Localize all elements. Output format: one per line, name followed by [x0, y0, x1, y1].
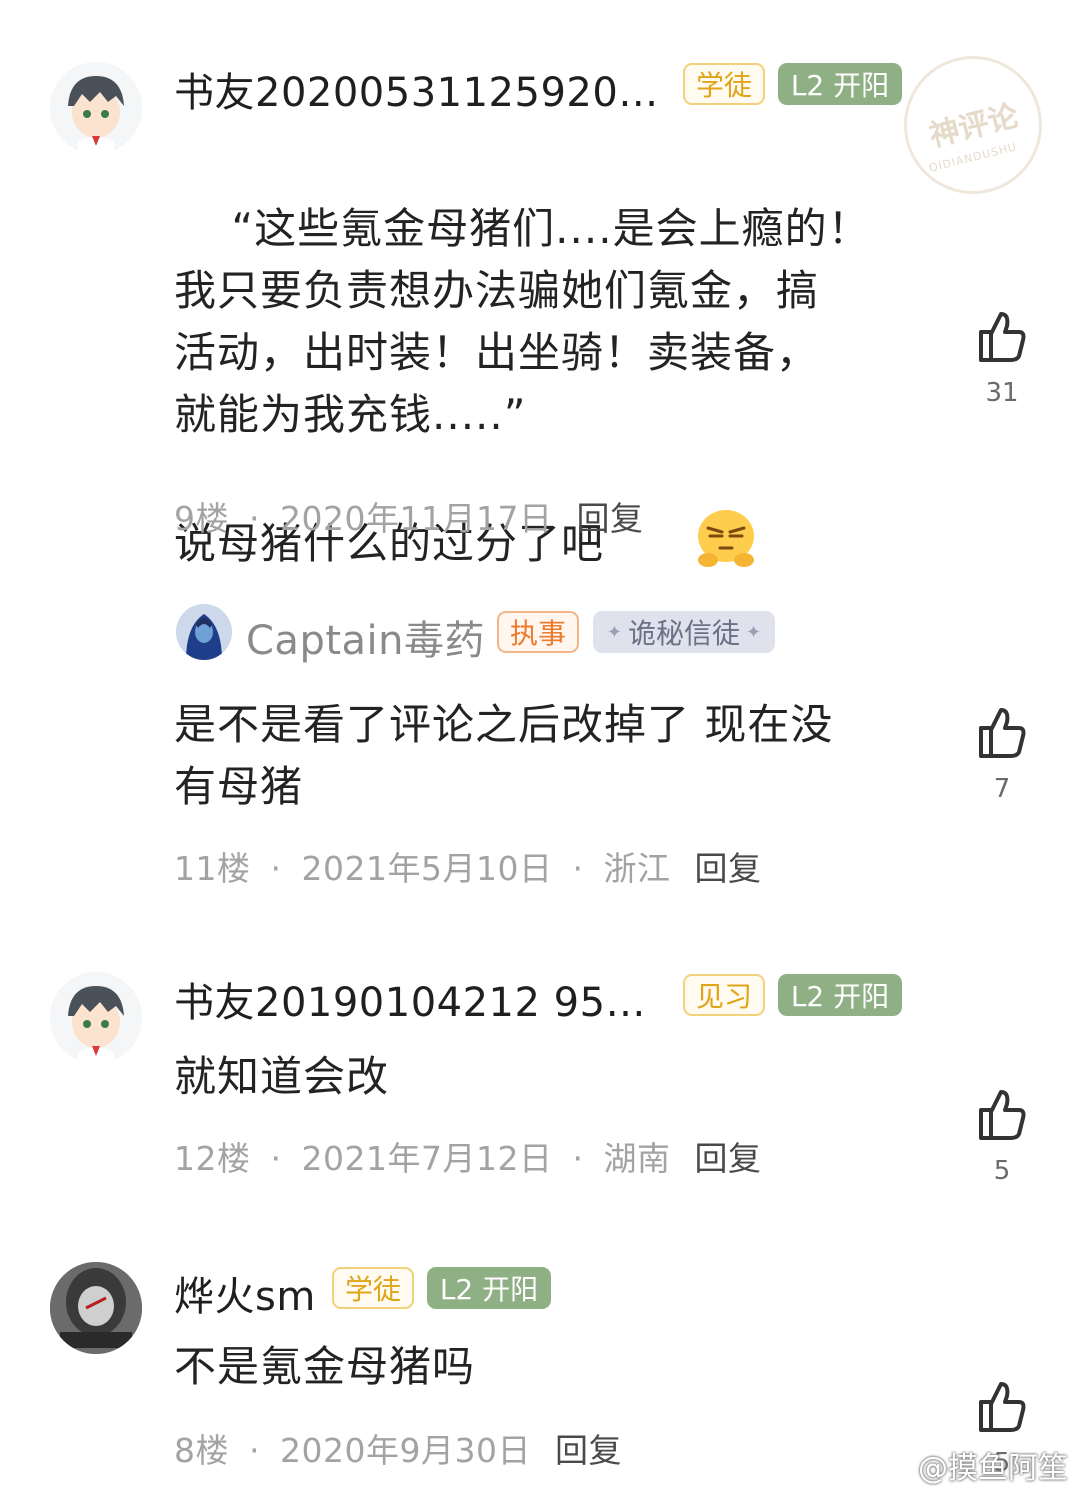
badge-fan-title-label: 诡秘信徒	[627, 617, 740, 650]
floor-number: 11楼	[174, 849, 251, 888]
like-count: 5	[993, 1156, 1011, 1186]
comment-location: 浙江	[603, 849, 671, 888]
comment-date: 2020年9月30日	[280, 1431, 531, 1470]
floor-number: 12楼	[174, 1139, 251, 1178]
comment-text: 不是氪金母猪吗	[174, 1342, 476, 1391]
comment-date: 2020年11月17日	[280, 499, 553, 538]
avatar[interactable]	[50, 1262, 142, 1354]
reply-button[interactable]: 回复	[576, 499, 643, 538]
floor-number: 8楼	[174, 1431, 229, 1470]
username[interactable]: 书友20200531125920…	[174, 60, 659, 118]
comment-meta: 11楼 · 2021年5月10日 · 浙江 回复	[174, 849, 762, 888]
hooded-figure-avatar-icon	[176, 604, 232, 660]
thumbs-up-icon	[979, 1382, 1026, 1432]
badge-rank: 见习	[683, 974, 765, 1016]
username[interactable]: Captain毒药	[246, 608, 485, 666]
like-button[interactable]: 7	[972, 706, 1032, 804]
floor-number: 9楼	[174, 499, 229, 538]
reply-button[interactable]: 回复	[694, 849, 761, 888]
reply-button[interactable]: 回复	[555, 1431, 622, 1470]
badge-rank: 学徒	[683, 63, 765, 105]
comment-meta: 8楼 · 2020年9月30日 回复	[174, 1431, 622, 1470]
comment-meta: 12楼 · 2021年7月12日 · 湖南 回复	[174, 1139, 762, 1178]
thumbs-up-icon	[979, 1090, 1026, 1140]
comment-item: 书友20190104212 95… 见习 L2 开阳 就知道会改 12楼 · 202…	[0, 920, 1080, 1250]
anime-boy-avatar-icon	[50, 972, 142, 1064]
badge-rank: 学徒	[332, 1267, 414, 1309]
sparkle-icon: ✦	[606, 621, 622, 643]
like-button[interactable]: 5	[972, 1088, 1032, 1186]
thumbs-up-icon	[979, 312, 1026, 362]
comment-date: 2021年5月10日	[301, 849, 553, 888]
badge-fan-title: ✦ 诡秘信徒 ✦	[593, 611, 775, 653]
username[interactable]: 烨火sm	[174, 1264, 316, 1322]
badge-level: L2 开阳	[778, 63, 902, 105]
thumbs-up-icon	[979, 708, 1026, 758]
username[interactable]: 书友20190104212 95…	[174, 970, 646, 1028]
like-button[interactable]: 31	[972, 310, 1032, 408]
badge-level: L2 开阳	[427, 1267, 551, 1309]
avatar[interactable]	[50, 62, 142, 154]
badge-level: L2 开阳	[778, 974, 902, 1016]
avatar[interactable]	[50, 972, 142, 1064]
comment-date: 2021年7月12日	[301, 1139, 553, 1178]
anime-boy-avatar-icon	[50, 62, 142, 154]
weibo-watermark: @摸鱼阿笙	[918, 1451, 1068, 1486]
comment-item: 书友20200531125920… 学徒 L2 开阳 “这些氪金母猪们....是…	[0, 0, 1080, 568]
reply-button[interactable]: 回复	[694, 1139, 761, 1178]
comment-text: 就知道会改	[174, 1052, 390, 1101]
comment-location: 湖南	[603, 1139, 671, 1178]
like-count: 31	[985, 378, 1019, 408]
photo-avatar-icon	[50, 1262, 142, 1354]
sparkle-icon: ✦	[746, 621, 762, 643]
avatar[interactable]	[176, 604, 232, 660]
badge-role: 执事	[497, 611, 579, 653]
comment-meta: 9楼 · 2020年11月17日 回复	[174, 499, 644, 538]
like-count: 7	[993, 774, 1011, 804]
comment-text: 是不是看了评论之后改掉了 现在没 有母猪	[174, 700, 834, 811]
comment-item: Captain毒药 执事 ✦ 诡秘信徒 ✦ 是不是看了评论之后改掉了 现在没 有母猪…	[0, 560, 1080, 920]
